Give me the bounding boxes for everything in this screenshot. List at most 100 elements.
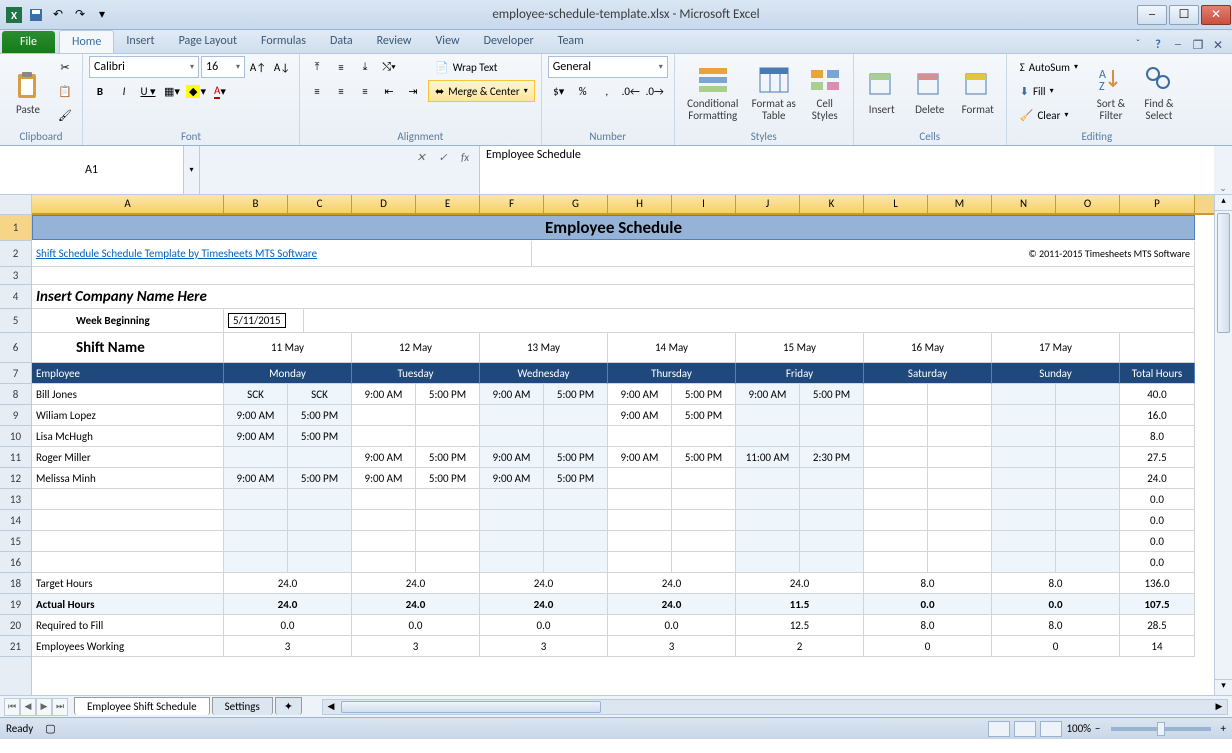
employee-name-cell[interactable] (32, 510, 224, 531)
shift-start-cell[interactable] (224, 531, 288, 552)
employee-name-cell[interactable] (32, 489, 224, 510)
font-name-combo[interactable]: Calibri▾ (89, 56, 199, 78)
macro-record-icon[interactable]: ▢ (45, 722, 55, 735)
shift-start-cell[interactable] (736, 489, 800, 510)
zoom-level[interactable]: 100% (1066, 722, 1091, 735)
horizontal-scrollbar[interactable]: ◀ ▶ (322, 699, 1228, 715)
shift-end-cell[interactable] (544, 552, 608, 573)
workbook-close-icon[interactable]: ✕ (1210, 37, 1226, 53)
shift-end-cell[interactable] (288, 489, 352, 510)
shift-end-cell[interactable] (672, 531, 736, 552)
summary-label[interactable]: Actual Hours (32, 594, 224, 615)
shift-end-cell[interactable]: 5:00 PM (672, 384, 736, 405)
date-header[interactable]: 11 May (224, 333, 352, 363)
tab-insert[interactable]: Insert (114, 30, 166, 53)
shift-end-cell[interactable]: 5:00 PM (288, 468, 352, 489)
fill-button[interactable]: ⬇Fill▾ (1013, 80, 1085, 102)
shift-start-cell[interactable] (864, 552, 928, 573)
shift-start-cell[interactable] (480, 510, 544, 531)
date-header[interactable]: 14 May (608, 333, 736, 363)
select-all-corner[interactable] (0, 195, 31, 215)
summary-value[interactable]: 8.0 (992, 573, 1120, 594)
workbook-minimize-icon[interactable]: ─ (1170, 37, 1186, 53)
employee-name-cell[interactable] (32, 552, 224, 573)
shift-end-cell[interactable] (1056, 510, 1120, 531)
shift-end-cell[interactable] (544, 489, 608, 510)
new-sheet-icon[interactable]: ✦ (275, 697, 302, 715)
insert-cells-button[interactable]: Insert (860, 56, 904, 130)
scroll-up-icon[interactable]: ▴ (1215, 195, 1232, 211)
column-header[interactable]: K (800, 195, 864, 213)
shift-end-cell[interactable] (416, 552, 480, 573)
shift-start-cell[interactable] (480, 405, 544, 426)
total-hours-cell[interactable]: 16.0 (1120, 405, 1195, 426)
shift-end-cell[interactable] (800, 468, 864, 489)
tab-review[interactable]: Review (365, 30, 424, 53)
shift-start-cell[interactable] (736, 468, 800, 489)
decrease-font-icon[interactable]: A↓ (271, 56, 293, 78)
shift-start-cell[interactable] (736, 405, 800, 426)
shift-start-cell[interactable] (992, 468, 1056, 489)
summary-value[interactable]: 24.0 (480, 594, 608, 615)
find-select-button[interactable]: Find & Select (1137, 56, 1181, 130)
row-header[interactable]: 11 (0, 447, 31, 468)
shift-end-cell[interactable] (928, 447, 992, 468)
column-header[interactable]: O (1056, 195, 1120, 213)
cell[interactable] (304, 309, 1195, 333)
shift-start-cell[interactable] (608, 489, 672, 510)
scroll-thumb[interactable] (1217, 213, 1230, 333)
shift-end-cell[interactable]: 5:00 PM (672, 405, 736, 426)
shift-start-cell[interactable] (608, 468, 672, 489)
shift-start-cell[interactable] (992, 447, 1056, 468)
delete-cells-button[interactable]: Delete (908, 56, 952, 130)
employee-name-cell[interactable] (32, 531, 224, 552)
underline-button[interactable]: U ▾ (137, 80, 159, 102)
shift-start-cell[interactable] (480, 426, 544, 447)
column-header[interactable]: N (992, 195, 1056, 213)
decrease-indent-icon[interactable]: ⇤ (378, 80, 400, 102)
shift-end-cell[interactable] (288, 510, 352, 531)
spreadsheet-grid[interactable]: 1234567891011121314151618192021 ABCDEFGH… (0, 195, 1232, 695)
shift-start-cell[interactable] (608, 426, 672, 447)
row-header[interactable]: 18 (0, 573, 31, 594)
shift-start-cell[interactable] (864, 426, 928, 447)
summary-total[interactable]: 136.0 (1120, 573, 1195, 594)
shift-end-cell[interactable] (1056, 531, 1120, 552)
total-hours-cell[interactable]: 24.0 (1120, 468, 1195, 489)
shift-end-cell[interactable]: SCK (288, 384, 352, 405)
align-center-icon[interactable]: ≡ (330, 80, 352, 102)
percent-icon[interactable]: % (572, 80, 594, 102)
shift-end-cell[interactable] (416, 510, 480, 531)
zoom-out-icon[interactable]: − (1095, 722, 1100, 735)
summary-value[interactable]: 2 (736, 636, 864, 657)
bold-button[interactable]: B (89, 80, 111, 102)
column-header[interactable]: F (480, 195, 544, 213)
summary-value[interactable]: 3 (224, 636, 352, 657)
shift-start-cell[interactable]: 11:00 AM (736, 447, 800, 468)
row-header[interactable]: 1 (0, 215, 31, 241)
employee-name-cell[interactable]: Bill Jones (32, 384, 224, 405)
maximize-button[interactable]: ☐ (1169, 5, 1199, 25)
format-painter-icon[interactable]: 🖌 (54, 104, 76, 126)
workbook-restore-icon[interactable]: ❐ (1190, 37, 1206, 53)
row-header[interactable]: 16 (0, 552, 31, 573)
shift-end-cell[interactable]: 2:30 PM (800, 447, 864, 468)
increase-indent-icon[interactable]: ⇥ (402, 80, 424, 102)
shift-start-cell[interactable] (992, 489, 1056, 510)
shift-end-cell[interactable] (800, 510, 864, 531)
shift-name-cell[interactable]: Shift Name (32, 333, 224, 363)
shift-end-cell[interactable]: 5:00 PM (416, 447, 480, 468)
shift-end-cell[interactable]: 5:00 PM (416, 468, 480, 489)
row-header[interactable]: 12 (0, 468, 31, 489)
shift-start-cell[interactable] (864, 531, 928, 552)
date-header[interactable]: 17 May (992, 333, 1120, 363)
column-header[interactable]: L (864, 195, 928, 213)
tab-data[interactable]: Data (318, 30, 365, 53)
shift-end-cell[interactable] (544, 510, 608, 531)
shift-start-cell[interactable] (480, 489, 544, 510)
increase-font-icon[interactable]: A↑ (247, 56, 269, 78)
shift-start-cell[interactable] (864, 384, 928, 405)
tab-home[interactable]: Home (59, 30, 114, 53)
row-header[interactable]: 6 (0, 333, 31, 363)
align-top-icon[interactable]: ⤒ (306, 56, 328, 78)
